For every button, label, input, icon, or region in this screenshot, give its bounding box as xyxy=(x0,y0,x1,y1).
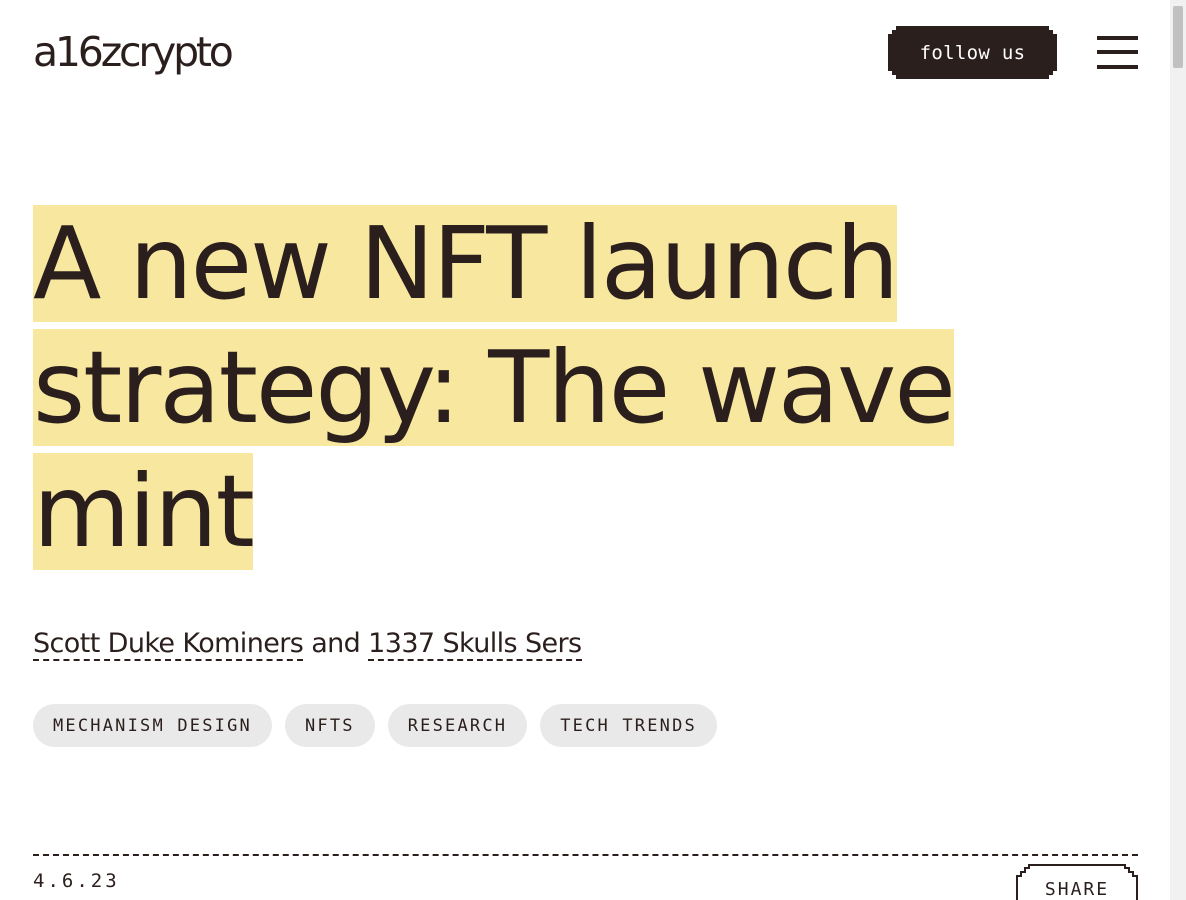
menu-icon-bar xyxy=(1097,36,1138,40)
publish-date: 4.6.23 xyxy=(33,870,120,892)
tag-list: MECHANISM DESIGN NFTS RESEARCH TECH TREN… xyxy=(33,704,717,747)
article-authors: Scott Duke Kominers and 1337 Skulls Sers xyxy=(33,626,582,662)
tag-tech-trends[interactable]: TECH TRENDS xyxy=(540,704,717,747)
menu-icon-bar xyxy=(1097,65,1138,69)
tag-research[interactable]: RESEARCH xyxy=(387,704,528,747)
article-title-text: A new NFT launch strategy: The wave mint xyxy=(33,205,956,570)
author-link[interactable]: Scott Duke Kominers xyxy=(33,628,304,661)
a16zcrypto-logo[interactable]: a16zcrypto xyxy=(33,26,234,78)
scrollbar-thumb[interactable] xyxy=(1173,6,1183,68)
menu-icon-bar xyxy=(1097,50,1138,54)
author-link[interactable]: 1337 Skulls Sers xyxy=(368,628,582,661)
share-button[interactable]: SHARE xyxy=(1016,864,1138,900)
tag-mechanism-design[interactable]: MECHANISM DESIGN xyxy=(33,704,272,747)
share-label: SHARE xyxy=(1044,879,1110,900)
follow-us-button[interactable]: follow us xyxy=(888,26,1057,79)
tag-nfts[interactable]: NFTS xyxy=(284,704,375,747)
hamburger-menu-icon[interactable] xyxy=(1097,36,1138,69)
scrollbar[interactable] xyxy=(1170,0,1186,900)
author-joiner: and xyxy=(311,628,361,659)
dashed-divider xyxy=(33,854,1138,856)
page: a16zcrypto follow us A new NFT launch st… xyxy=(0,0,1170,900)
article-title: A new NFT launch strategy: The wave mint xyxy=(33,202,993,574)
